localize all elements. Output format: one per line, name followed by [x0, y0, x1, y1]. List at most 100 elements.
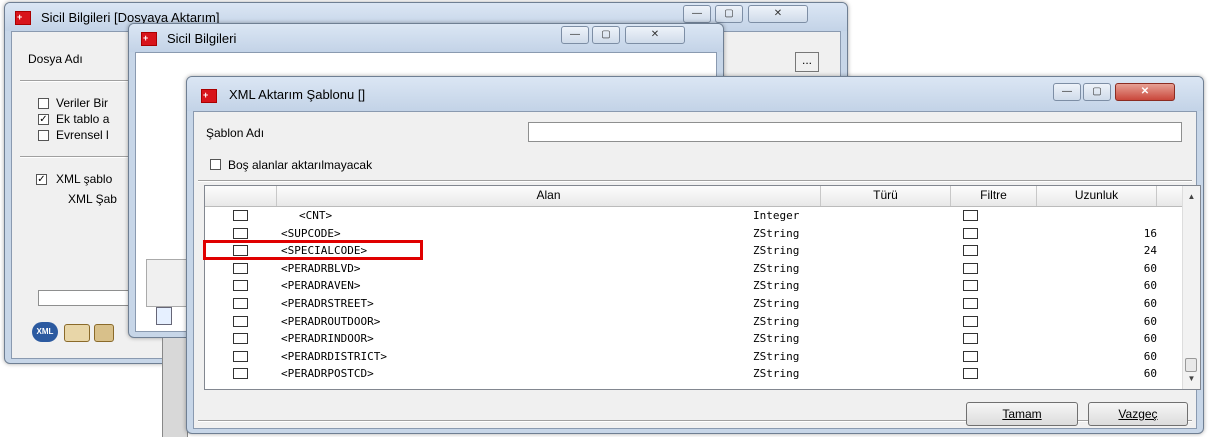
- header-uzunluk[interactable]: Uzunluk: [1037, 186, 1157, 206]
- cell-alan: <PERADROUTDOOR>: [281, 314, 381, 328]
- filter-checkbox[interactable]: [963, 280, 978, 292]
- header-filtre[interactable]: Filtre: [951, 186, 1037, 206]
- filter-checkbox[interactable]: [963, 227, 978, 239]
- row-select-checkbox[interactable]: [233, 368, 248, 380]
- cell-alan: <PERADRSTREET>: [281, 297, 374, 310]
- cancel-button-label: Vazgeç: [1118, 407, 1158, 421]
- xml-button[interactable]: XML: [32, 322, 58, 342]
- cell-turu: Integer: [753, 209, 800, 222]
- scroll-down-arrow[interactable]: ▼: [1183, 370, 1200, 387]
- scroll-stub: [162, 338, 188, 437]
- filter-checkbox[interactable]: [963, 315, 978, 327]
- checkbox-bos-alanlar-label: Boş alanlar aktarılmayacak: [228, 158, 373, 172]
- table-row[interactable]: <PERADRDISTRICT> ZString 60: [205, 348, 1183, 365]
- checkbox-bos-alanlar[interactable]: [210, 159, 221, 170]
- row-select-checkbox[interactable]: [233, 298, 248, 309]
- table-row[interactable]: <CNT> Integer: [205, 207, 1183, 224]
- filter-checkbox[interactable]: [963, 298, 978, 309]
- app-icon: [201, 89, 217, 103]
- cell-uzunluk: 60: [1143, 349, 1157, 363]
- minimize-button[interactable]: —: [1053, 83, 1081, 101]
- cell-turu: ZString: [753, 332, 800, 346]
- row-select-checkbox[interactable]: [233, 227, 248, 239]
- xml-sablon-label: XML Şab: [68, 192, 117, 206]
- cell-turu: ZString: [753, 244, 800, 258]
- checkbox-ek-tablo[interactable]: ✓: [38, 114, 49, 125]
- checkbox-ek-tablo-label: Ek tablo a: [56, 112, 110, 126]
- close-button[interactable]: ✕: [625, 26, 685, 44]
- table-row[interactable]: <PERADRAVEN> ZString 60: [205, 277, 1183, 294]
- header-alan[interactable]: Alan: [277, 186, 821, 206]
- app-icon: [15, 11, 31, 25]
- cancel-button[interactable]: Vazgeç: [1088, 402, 1188, 426]
- filter-checkbox[interactable]: [963, 245, 978, 257]
- cell-uzunluk: [1105, 207, 1157, 224]
- vertical-scrollbar[interactable]: ▲ ▼: [1182, 186, 1200, 389]
- table-row[interactable]: <PERADRPOSTCD> ZString 60: [205, 365, 1183, 382]
- cell-alan: <PERADRINDOOR>: [281, 332, 374, 346]
- table-row[interactable]: <PERADRSTREET> ZString 60: [205, 295, 1183, 312]
- titlebar[interactable]: XML Aktarım Şablonu [] — ▢ ✕: [187, 77, 1203, 111]
- divider: [20, 80, 140, 82]
- minimize-button[interactable]: —: [683, 5, 711, 23]
- header-select[interactable]: [205, 186, 277, 206]
- cell-uzunluk: 16: [1143, 226, 1157, 240]
- row-select-checkbox[interactable]: [233, 333, 248, 345]
- checkbox-evrensel[interactable]: [38, 130, 49, 141]
- app-icon: [141, 32, 157, 46]
- dosya-adi-label: Dosya Adı: [28, 52, 83, 66]
- sablon-adi-input[interactable]: [528, 122, 1182, 142]
- tool-icon[interactable]: [94, 324, 114, 342]
- minimize-button[interactable]: —: [561, 26, 589, 44]
- cell-turu: ZString: [753, 367, 800, 381]
- cell-turu: ZString: [753, 279, 800, 293]
- checkbox-xml-sablon[interactable]: ✓: [36, 174, 47, 185]
- row-select-checkbox[interactable]: [233, 350, 248, 362]
- filter-checkbox[interactable]: [963, 333, 978, 345]
- close-button[interactable]: ✕: [748, 5, 808, 23]
- table-row[interactable]: <PERADRINDOOR> ZString 60: [205, 330, 1183, 347]
- window-title: Sicil Bilgileri: [167, 31, 237, 46]
- cell-uzunluk: 60: [1143, 297, 1157, 310]
- filter-checkbox[interactable]: [963, 368, 978, 380]
- highlight-box: [203, 240, 423, 260]
- divider: [198, 180, 1192, 182]
- cell-uzunluk: 60: [1143, 332, 1157, 346]
- row-select-checkbox[interactable]: [233, 315, 248, 327]
- cell-turu: ZString: [753, 349, 800, 363]
- sablon-adi-label: Şablon Adı: [206, 126, 265, 140]
- cell-alan: <PERADRAVEN>: [281, 279, 361, 293]
- cell-alan: <CNT>: [299, 209, 333, 222]
- checkbox-veriler-label: Veriler Bir: [56, 96, 109, 110]
- row-select-checkbox[interactable]: [233, 262, 248, 274]
- page-icon[interactable]: [156, 307, 172, 325]
- row-select-checkbox[interactable]: [233, 280, 248, 292]
- header-turu[interactable]: Türü: [821, 186, 951, 206]
- table-row[interactable]: <PERADROUTDOOR> ZString 60: [205, 313, 1183, 330]
- cell-turu: ZString: [753, 297, 800, 310]
- cell-alan: <PERADRPOSTCD>: [281, 367, 374, 381]
- filter-checkbox[interactable]: [963, 350, 978, 362]
- close-button[interactable]: ✕: [1115, 83, 1175, 101]
- checkbox-xml-sablon-label: XML şablo: [56, 172, 113, 186]
- maximize-button[interactable]: ▢: [1083, 83, 1111, 101]
- row-select-checkbox[interactable]: [233, 210, 248, 221]
- scroll-up-arrow[interactable]: ▲: [1183, 188, 1200, 205]
- table-row[interactable]: <PERADRBLVD> ZString 60: [205, 260, 1183, 277]
- browse-button[interactable]: ...: [795, 52, 819, 72]
- maximize-button[interactable]: ▢: [715, 5, 743, 23]
- template-icon[interactable]: [64, 324, 90, 342]
- maximize-button[interactable]: ▢: [592, 26, 620, 44]
- titlebar[interactable]: Sicil Bilgileri — ▢ ✕: [129, 24, 723, 52]
- filter-checkbox[interactable]: [963, 210, 978, 221]
- cell-turu: ZString: [753, 314, 800, 328]
- ok-button[interactable]: Tamam: [966, 402, 1078, 426]
- fields-grid[interactable]: Alan Türü Filtre Uzunluk <CNT> Integer <SU…: [204, 185, 1201, 390]
- cell-uzunluk: 60: [1143, 279, 1157, 293]
- dialog-title: XML Aktarım Şablonu []: [229, 87, 366, 102]
- divider: [20, 156, 140, 158]
- checkbox-evrensel-label: Evrensel l: [56, 128, 109, 142]
- grid-header: Alan Türü Filtre Uzunluk: [205, 186, 1183, 207]
- filter-checkbox[interactable]: [963, 262, 978, 274]
- checkbox-veriler[interactable]: [38, 98, 49, 109]
